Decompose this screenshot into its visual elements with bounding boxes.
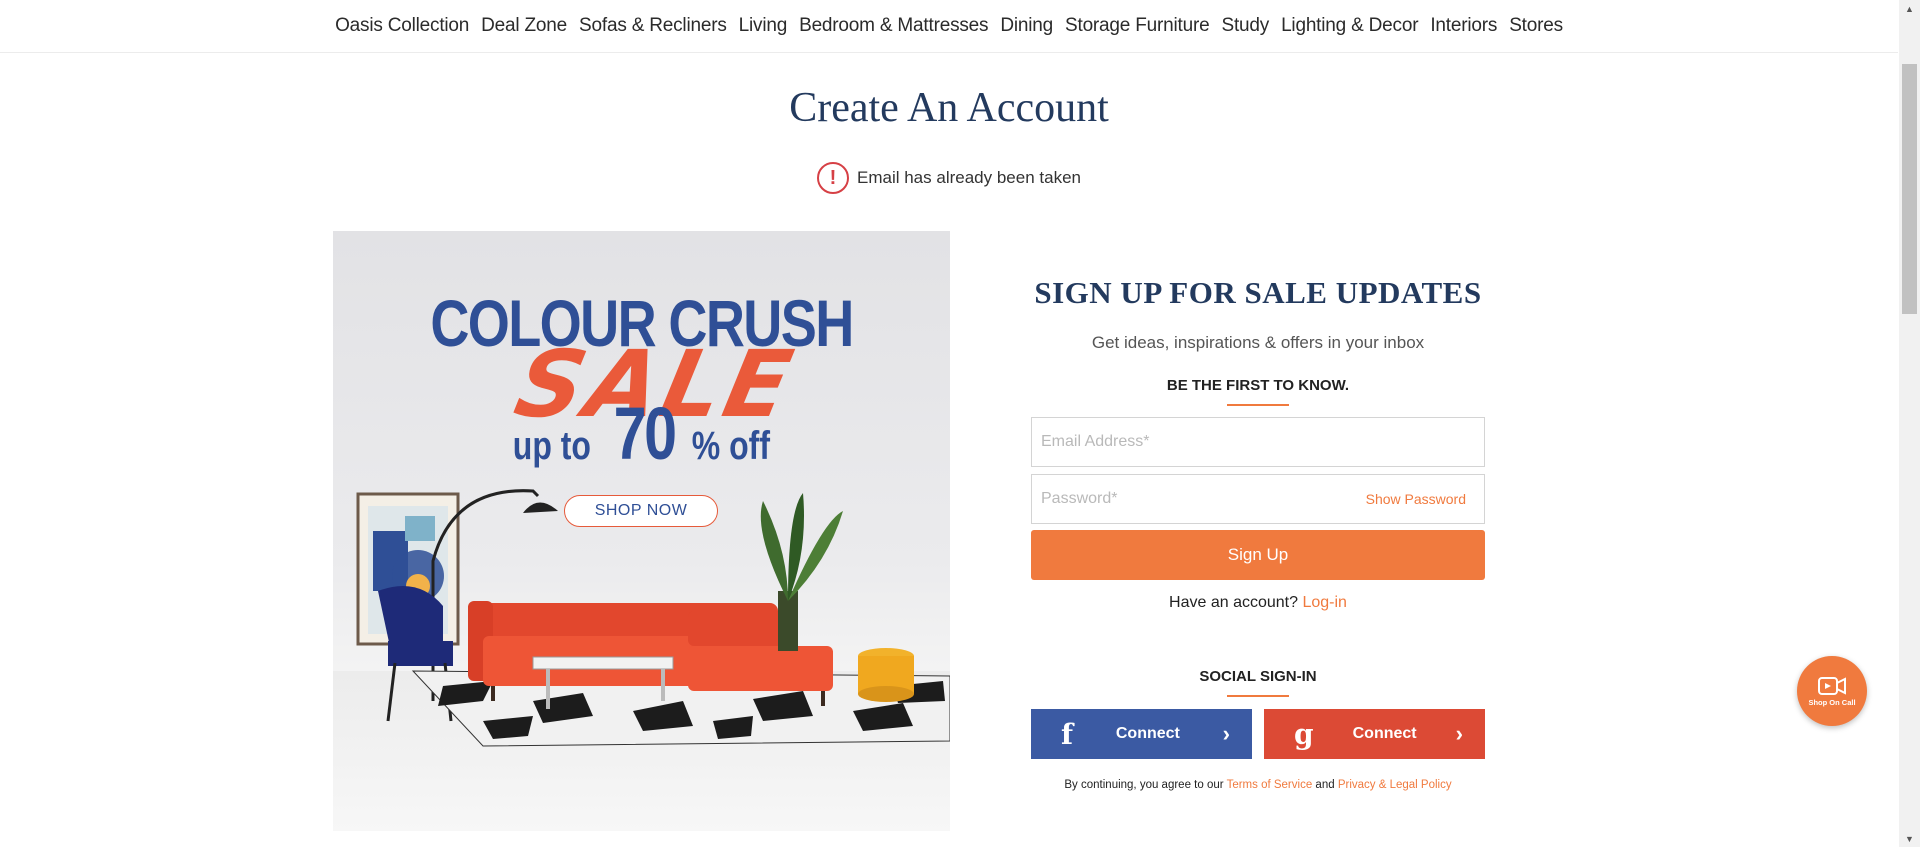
facebook-connect-button[interactable]: f Connect ›	[1031, 709, 1252, 759]
banner-upto-prefix: up to	[513, 424, 592, 468]
show-password-toggle[interactable]: Show Password	[1366, 491, 1475, 507]
nav-item-stores[interactable]: Stores	[1503, 15, 1569, 37]
google-connect-label: Connect	[1352, 725, 1417, 742]
facebook-icon: f	[1061, 717, 1074, 751]
terms-prefix: By continuing, you agree to our	[1064, 779, 1224, 791]
password-field[interactable]: Password* Show Password	[1031, 474, 1485, 524]
error-text: Email has already been taken	[857, 168, 1081, 187]
shop-on-call-button[interactable]: Shop On Call	[1797, 656, 1867, 726]
sign-up-button[interactable]: Sign Up	[1031, 530, 1485, 580]
nav-item-storage-furniture[interactable]: Storage Furniture	[1059, 15, 1215, 37]
banner-upto-value: 70	[613, 392, 676, 475]
email-placeholder: Email Address*	[1041, 433, 1150, 450]
error-icon: !	[817, 162, 849, 194]
chevron-right-icon: ›	[1222, 721, 1230, 746]
banner-discount: up to 70 % off	[333, 391, 950, 476]
google-connect-button[interactable]: g Connect ›	[1264, 709, 1485, 759]
nav-item-study[interactable]: Study	[1215, 15, 1275, 37]
error-message: ! Email has already been taken	[0, 162, 1898, 194]
chevron-right-icon: ›	[1455, 721, 1463, 746]
scrollbar[interactable]: ▲ ▼	[1899, 0, 1920, 847]
nav-item-interiors[interactable]: Interiors	[1424, 15, 1503, 37]
nav-item-dining[interactable]: Dining	[994, 15, 1059, 37]
promo-banner[interactable]: COLOUR CRUSH SALE up to 70% off SHOP NOW	[333, 231, 950, 831]
nav-item-bedroom-mattresses[interactable]: Bedroom & Mattresses	[793, 15, 994, 37]
facebook-connect-label: Connect	[1115, 725, 1180, 742]
signup-subtitle: Get ideas, inspirations & offers in your…	[1091, 333, 1425, 352]
terms-notice: By continuing, you agree to our Terms of…	[1031, 779, 1485, 791]
banner-upto-suffix: % off	[691, 424, 770, 468]
nav-item-living[interactable]: Living	[733, 15, 793, 37]
login-link[interactable]: Log-in	[1302, 594, 1346, 611]
video-camera-icon	[1818, 677, 1846, 695]
nav-item-deal-zone[interactable]: Deal Zone	[475, 15, 573, 37]
kicker-divider	[1227, 404, 1289, 406]
password-placeholder: Password*	[1041, 490, 1118, 507]
privacy-policy-link[interactable]: Privacy & Legal Policy	[1338, 779, 1452, 791]
social-signin-title: SOCIAL SIGN-IN	[1199, 668, 1317, 685]
shop-on-call-label: Shop On Call	[1808, 698, 1856, 707]
scroll-down-icon[interactable]: ▼	[1899, 830, 1920, 847]
scrollbar-thumb[interactable]	[1902, 64, 1917, 314]
nav-menu: Oasis Collection Deal Zone Sofas & Recli…	[329, 15, 1569, 37]
nav-item-sofas-recliners[interactable]: Sofas & Recliners	[573, 15, 733, 37]
nav-item-lighting-decor[interactable]: Lighting & Decor	[1275, 15, 1424, 37]
signup-form: SIGN UP FOR SALE UPDATES Get ideas, insp…	[1031, 275, 1485, 791]
social-buttons: f Connect › g Connect ›	[1031, 709, 1485, 759]
top-navigation: Oasis Collection Deal Zone Sofas & Recli…	[0, 0, 1898, 53]
email-field[interactable]: Email Address*	[1031, 417, 1485, 467]
signup-title: SIGN UP FOR SALE UPDATES	[1034, 275, 1482, 310]
have-account-text: Have an account?	[1169, 594, 1299, 611]
terms-of-service-link[interactable]: Terms of Service	[1227, 779, 1313, 791]
terms-and: and	[1315, 779, 1335, 791]
signup-kicker: BE THE FIRST TO KNOW.	[1166, 377, 1350, 394]
have-account-row: Have an account? Log-in	[1031, 594, 1485, 612]
google-icon: g	[1294, 717, 1314, 751]
shop-now-button[interactable]: SHOP NOW	[564, 495, 718, 527]
page-title: Create An Account	[789, 85, 1109, 131]
scroll-up-icon[interactable]: ▲	[1899, 0, 1920, 17]
nav-item-oasis-collection[interactable]: Oasis Collection	[329, 15, 475, 37]
social-divider	[1227, 695, 1289, 697]
